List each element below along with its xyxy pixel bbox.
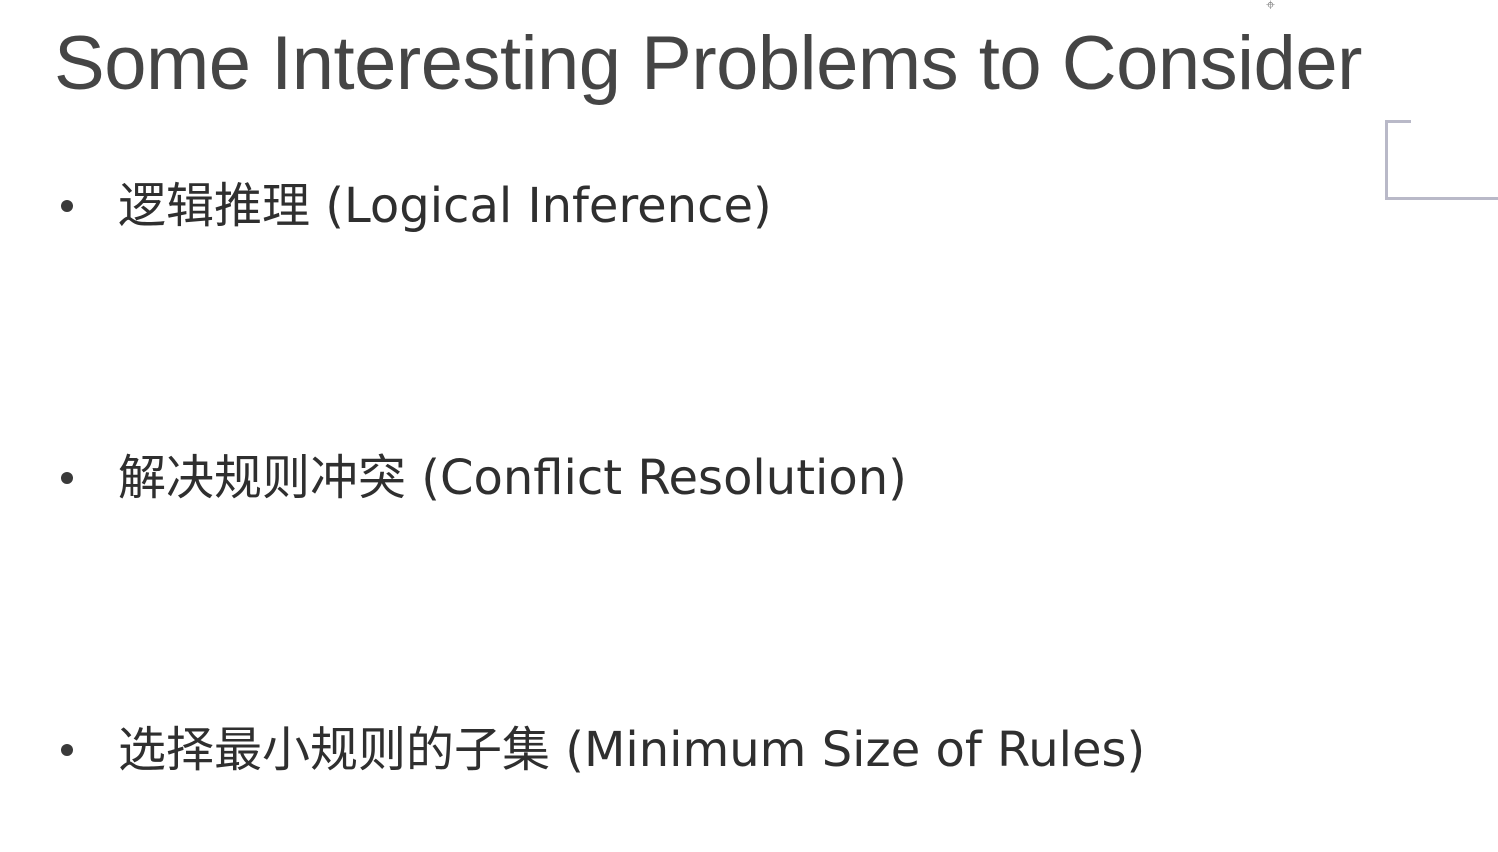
presentation-slide: ⌖ Some Interesting Problems to Consider … xyxy=(0,0,1498,852)
selection-frame-corner xyxy=(1385,120,1498,200)
crosshair-cursor-icon: ⌖ xyxy=(1266,0,1276,14)
bullet-text: 解决规则冲突 (Conflict Resolution) xyxy=(118,450,907,506)
bullet-dot-icon xyxy=(61,200,73,212)
bullet-text: 选择最小规则的子集 (Minimum Size of Rules) xyxy=(118,722,1146,778)
bullet-item-conflict-resolution: 解决规则冲突 (Conflict Resolution) xyxy=(58,446,907,510)
bullet-dot-icon xyxy=(61,744,73,756)
bullet-item-minimum-size-of-rules: 选择最小规则的子集 (Minimum Size of Rules) xyxy=(58,718,1145,782)
bullet-dot-icon xyxy=(61,472,73,484)
bullet-item-logical-inference: 逻辑推理 (Logical Inference) xyxy=(58,174,772,238)
bullet-text: 逻辑推理 (Logical Inference) xyxy=(118,178,772,234)
slide-title: Some Interesting Problems to Consider xyxy=(54,21,1362,106)
